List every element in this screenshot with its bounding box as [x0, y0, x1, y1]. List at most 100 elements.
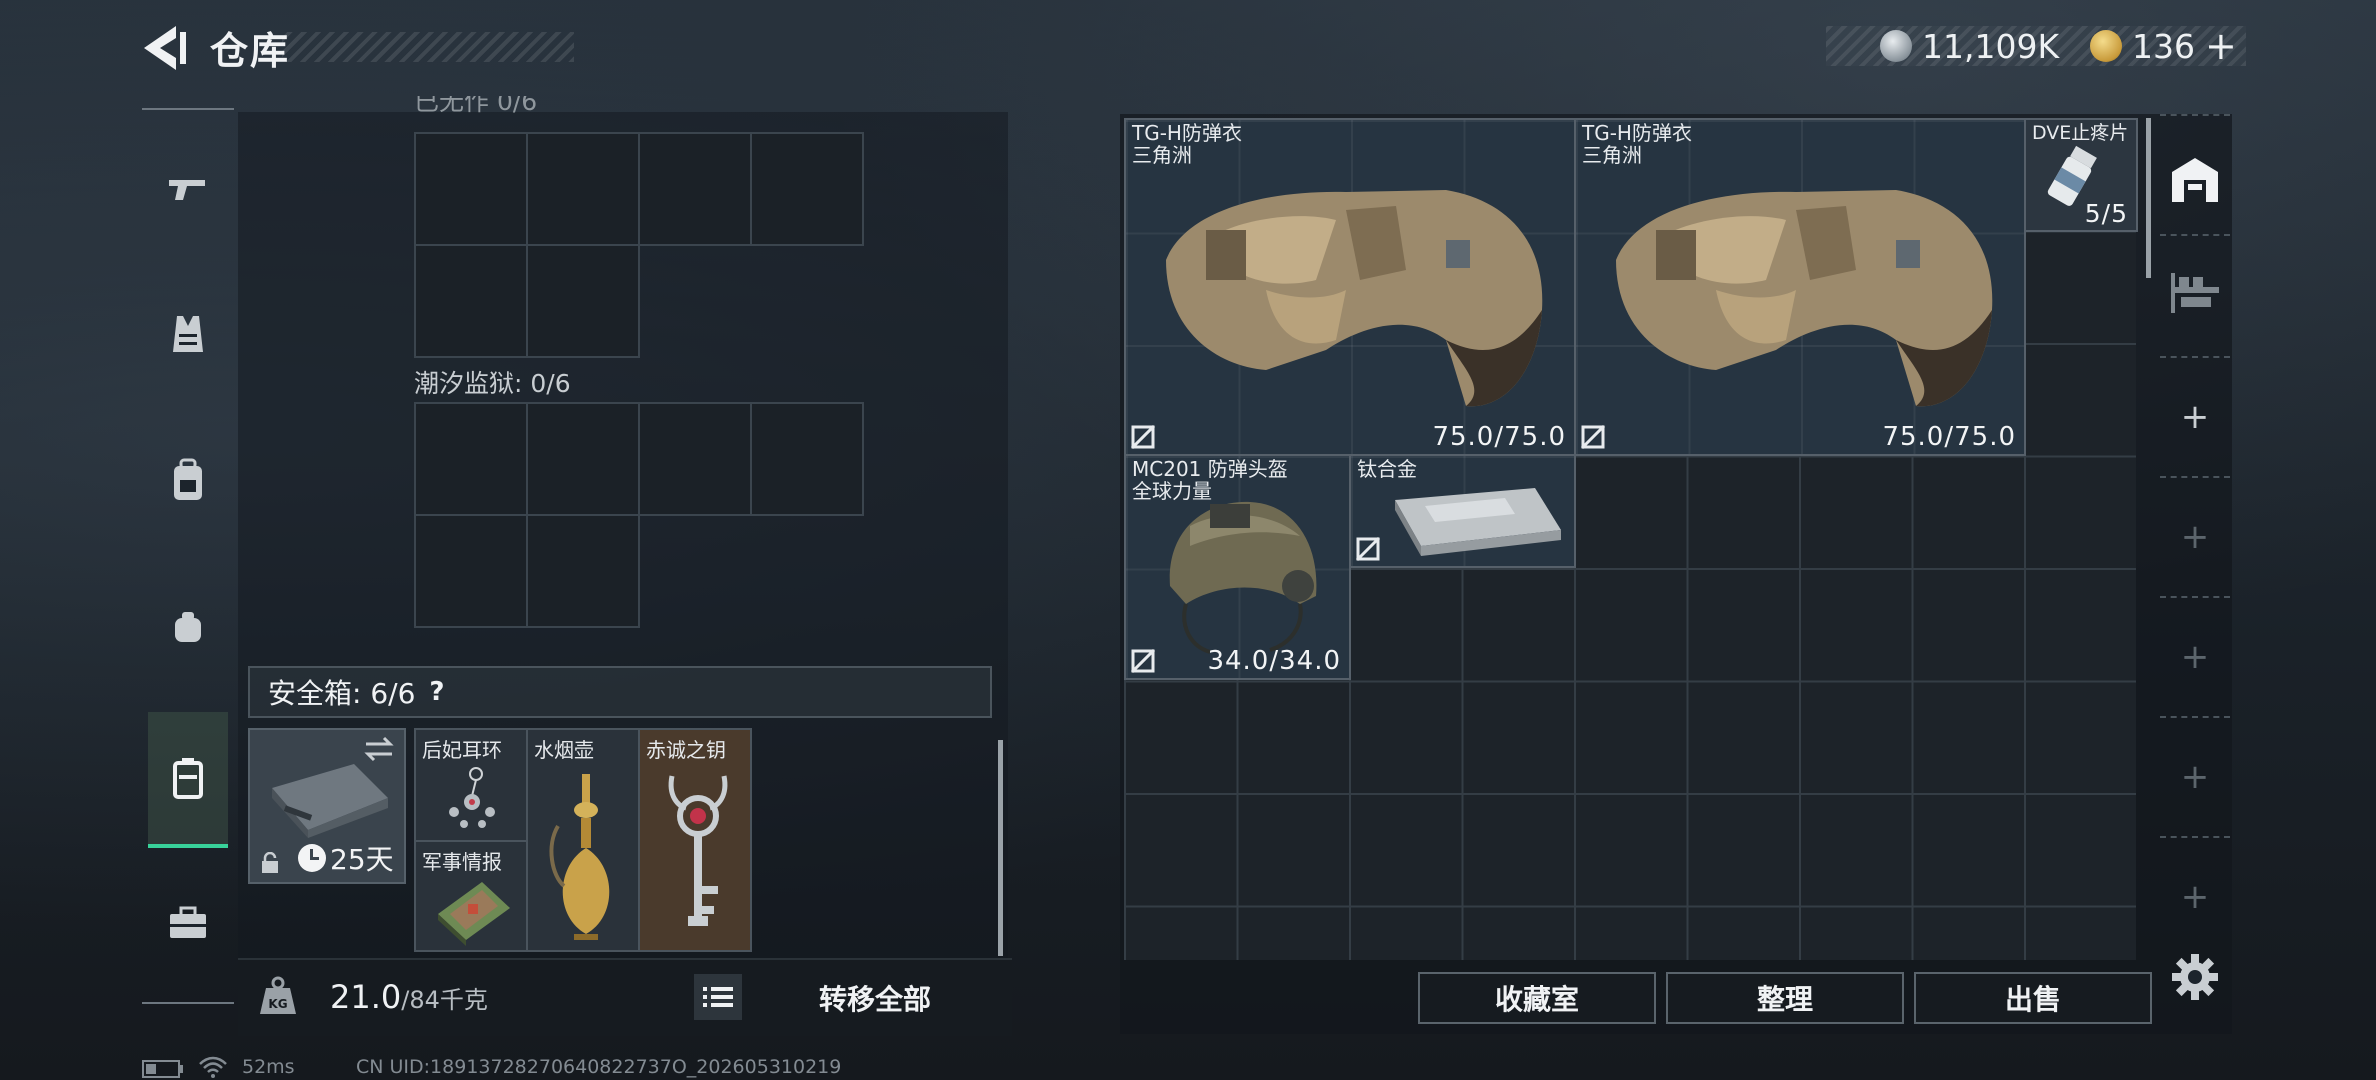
plus-icon: + — [2180, 877, 2210, 917]
stash-item-vest[interactable]: TG-H防弹衣 三角洲 75.0/75.0 — [1574, 118, 2026, 456]
svg-text:KG: KG — [268, 997, 287, 1011]
item-subname: 全球力量 — [1132, 479, 1212, 503]
item-name: 赤诚之钥 — [646, 738, 726, 762]
rail-separator — [2160, 356, 2230, 358]
transfer-all-button[interactable]: 转移全部 — [770, 976, 980, 1020]
safe-item-intel[interactable]: 军事情报 — [414, 840, 528, 952]
gold-amount: 136 — [2132, 26, 2195, 66]
safe-case-item[interactable]: 25天 — [248, 728, 406, 884]
no-insure-icon — [1130, 648, 1156, 674]
add-slot-button[interactable]: + — [2160, 622, 2230, 692]
organize-button[interactable]: 整理 — [1666, 972, 1904, 1024]
grid-slot[interactable] — [526, 402, 640, 516]
ping-readout: 52ms — [242, 1056, 295, 1078]
title-decoration — [282, 32, 574, 62]
grid-slot[interactable] — [526, 514, 640, 628]
item-name: 水烟壶 — [534, 738, 594, 762]
briefcase-icon — [170, 906, 206, 938]
list-view-button[interactable] — [694, 974, 742, 1020]
swap-icon[interactable] — [362, 736, 396, 762]
rail-item-storage[interactable] — [2160, 258, 2230, 328]
left-scrollbar[interactable] — [998, 740, 1003, 956]
item-subname: 三角洲 — [1582, 143, 1642, 167]
item-name: 后妃耳环 — [422, 738, 502, 762]
safe-item-earring[interactable]: 后妃耳环 — [414, 728, 528, 842]
stash-scrollbar[interactable] — [2146, 118, 2151, 278]
item-durability: 75.0/75.0 — [1432, 422, 1566, 452]
grid-slot[interactable] — [638, 402, 752, 516]
item-name: TG-H防弹衣 — [1132, 121, 1242, 145]
item-durability: 34.0/34.0 — [1207, 646, 1341, 676]
safe-case-image — [272, 764, 388, 838]
rail-item-vest[interactable] — [148, 290, 228, 380]
silver-currency: 11,109K — [1880, 26, 2059, 66]
grid-slot[interactable] — [526, 132, 640, 246]
rail-separator — [2160, 596, 2230, 598]
grid-slot[interactable] — [750, 402, 864, 516]
item-name: 钛合金 — [1357, 457, 1417, 481]
stash-item-painkiller[interactable]: DVE止疼片 5/5 — [2024, 118, 2138, 232]
safe-box-days: 25天 — [330, 843, 394, 876]
storage-rack-icon — [2171, 273, 2219, 313]
pouch-icon — [175, 612, 201, 642]
plus-icon: + — [2180, 637, 2210, 677]
settings-gear-icon[interactable] — [2170, 952, 2220, 1002]
weight-current: 21.0 — [330, 978, 402, 1016]
safe-item-key[interactable]: 赤诚之钥 — [638, 728, 752, 952]
no-insure-icon — [1355, 536, 1381, 562]
list-icon — [703, 987, 733, 1007]
partial-container-label: 已无作 0/6 — [414, 96, 538, 116]
help-button[interactable]: ? — [429, 677, 444, 707]
warehouse-icon — [2172, 158, 2218, 202]
stash-item-titanium[interactable]: 钛合金 — [1349, 454, 1576, 568]
rail-item-backpack[interactable] — [148, 436, 228, 526]
stash-item-vest[interactable]: TG-H防弹衣 三角洲 75.0/75.0 — [1124, 118, 1576, 456]
add-currency-button[interactable]: + — [2205, 27, 2237, 65]
helmet-image — [1169, 501, 1317, 654]
grid-slot[interactable] — [526, 244, 640, 358]
rail-item-pouch[interactable] — [148, 582, 228, 672]
silver-amount: 11,109K — [1922, 26, 2060, 66]
rail-divider — [142, 108, 234, 110]
lock-icon — [262, 852, 278, 873]
grid-slot[interactable] — [638, 132, 752, 246]
rail-separator — [2160, 476, 2230, 478]
safe-box-duration: 25天 — [298, 838, 394, 878]
rail-separator — [2160, 836, 2230, 838]
item-subname: 三角洲 — [1132, 143, 1192, 167]
body-armor-image — [1166, 190, 1543, 407]
rail-item-safe-case[interactable] — [148, 712, 228, 848]
gun-icon — [169, 180, 205, 200]
item-durability: 75.0/75.0 — [1882, 422, 2016, 452]
rail-item-briefcase[interactable] — [148, 878, 228, 968]
rail-item-weapons[interactable] — [148, 144, 228, 234]
rail-item-warehouse[interactable] — [2160, 144, 2230, 214]
earring-icon — [449, 767, 495, 828]
safe-case-icon — [173, 758, 203, 799]
grid-slot[interactable] — [750, 132, 864, 246]
back-arrow-icon[interactable] — [140, 22, 192, 74]
stash-item-helmet[interactable]: MC201 防弹头盔 全球力量 34.0/34.0 — [1124, 454, 1351, 680]
grid-slot[interactable] — [414, 244, 528, 358]
intel-board-icon — [438, 882, 510, 946]
item-name: DVE止疼片 — [2032, 122, 2129, 144]
safe-item-hookah[interactable]: 水烟壶 — [526, 728, 640, 952]
weight-readout: 21.0/84千克 — [330, 978, 488, 1016]
collection-room-button[interactable]: 收藏室 — [1418, 972, 1656, 1024]
add-slot-button[interactable]: + — [2160, 502, 2230, 572]
add-slot-button[interactable]: + — [2160, 862, 2230, 932]
add-slot-button[interactable]: + — [2160, 742, 2230, 812]
weight-icon: KG — [260, 976, 296, 1014]
plus-icon: + — [2180, 517, 2210, 557]
item-name: 军事情报 — [422, 850, 502, 874]
add-slot-button[interactable]: + — [2160, 382, 2230, 452]
grid-slot[interactable] — [414, 402, 528, 516]
grid-slot[interactable] — [414, 514, 528, 628]
item-count: 5/5 — [2084, 199, 2128, 228]
no-insure-icon — [1580, 424, 1606, 450]
rail-separator — [2160, 716, 2230, 718]
grid-slot[interactable] — [414, 132, 528, 246]
rail-separator — [2160, 114, 2230, 116]
page-title: 仓库 — [210, 29, 291, 73]
sell-button[interactable]: 出售 — [1914, 972, 2152, 1024]
